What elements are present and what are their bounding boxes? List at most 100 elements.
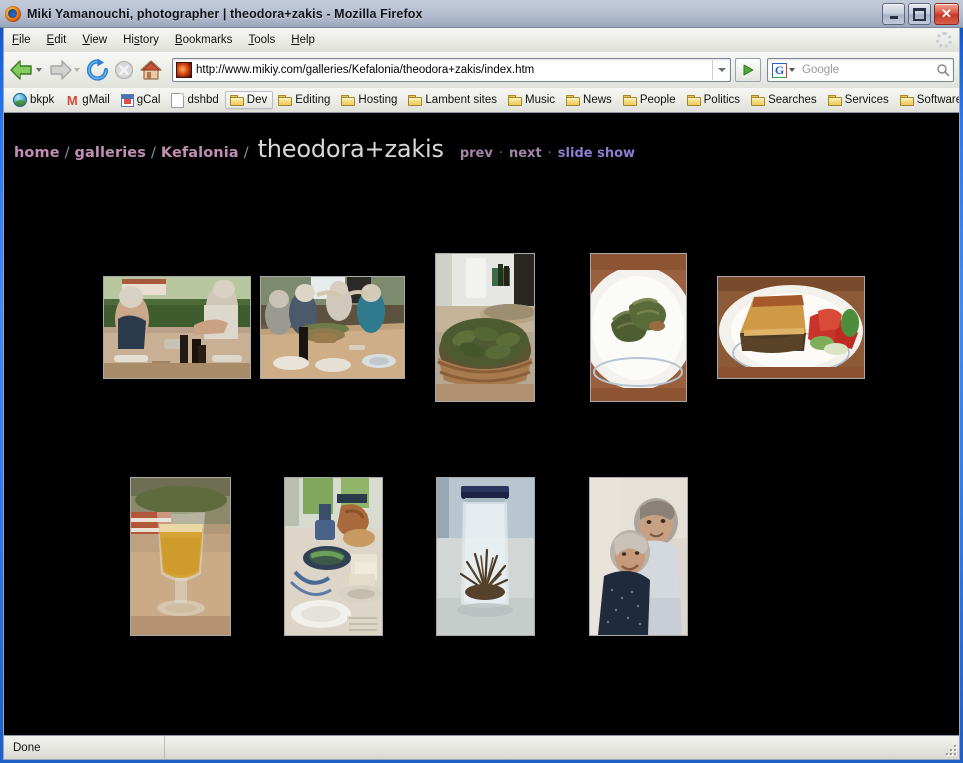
thumbnail-link[interactable]: [130, 477, 231, 636]
status-bar: Done: [3, 735, 960, 760]
home-button[interactable]: [139, 58, 163, 82]
bookmark-folder-hosting[interactable]: Hosting: [336, 91, 403, 109]
magnifier-icon: [937, 64, 950, 77]
thumbnail-link[interactable]: [590, 253, 687, 402]
folder-icon: [408, 94, 423, 106]
url-dropdown-caret-icon[interactable]: [712, 60, 730, 80]
folder-icon: [566, 94, 581, 106]
resize-grip-icon[interactable]: [941, 740, 957, 756]
menu-tools[interactable]: Tools: [240, 31, 283, 49]
thumbnail-image: [590, 478, 687, 635]
folder-icon: [622, 94, 637, 106]
reload-button[interactable]: [85, 58, 111, 82]
thumbnail-image: [285, 478, 382, 635]
bookmark-folder-people[interactable]: People: [618, 91, 682, 109]
back-history-caret-icon[interactable]: [36, 68, 42, 72]
thumbnail-link[interactable]: [435, 253, 535, 402]
title-bar: Miki Yamanouchi, photographer | theodora…: [0, 0, 963, 28]
thumbnail-image: [718, 277, 864, 378]
folder-icon: [751, 94, 766, 106]
maximize-icon: [909, 4, 930, 24]
minimize-button[interactable]: [882, 3, 905, 25]
thumbnail-image: [104, 277, 250, 378]
thumbnail-link[interactable]: [103, 276, 251, 379]
bookmark-folder-searches[interactable]: Searches: [746, 91, 823, 109]
thumbnail-link[interactable]: [589, 477, 688, 636]
bookmark-gmail[interactable]: M gMail: [60, 91, 115, 109]
bookmark-label: Dev: [246, 94, 268, 106]
thumbnail-image: [437, 478, 534, 635]
page-icon: [171, 92, 185, 108]
bookmark-label: Software: [916, 94, 960, 106]
status-text: Done: [13, 741, 41, 754]
menu-file[interactable]: File: [4, 31, 39, 49]
browser-window: Miki Yamanouchi, photographer | theodora…: [0, 0, 963, 763]
thumbnail-link[interactable]: [436, 477, 535, 636]
firefox-logo-icon: [5, 5, 21, 22]
bookmark-folder-music[interactable]: Music: [503, 91, 561, 109]
bookmark-bkpk[interactable]: bkpk: [8, 90, 60, 110]
status-panel: Done: [4, 736, 165, 759]
bookmark-label: Politics: [703, 94, 741, 106]
search-magnifier-icon[interactable]: [933, 63, 953, 77]
thumbnail-image: [591, 254, 686, 401]
search-engine-caret-icon[interactable]: [789, 68, 795, 72]
menu-help[interactable]: Help: [283, 31, 323, 49]
thumbnail-link[interactable]: [260, 276, 405, 379]
forward-arrow-icon: [50, 60, 72, 80]
window-controls: ✕: [882, 3, 959, 25]
reload-icon: [86, 58, 109, 81]
bookmark-folder-dev[interactable]: Dev: [224, 91, 274, 109]
bookmark-dshbd[interactable]: dshbd: [166, 90, 224, 111]
close-button[interactable]: ✕: [934, 3, 959, 25]
minimize-icon: [883, 4, 904, 24]
bookmark-folder-editing[interactable]: Editing: [273, 91, 336, 109]
bookmark-label: News: [583, 94, 612, 106]
folder-icon: [278, 94, 293, 106]
bookmark-label: dshbd: [187, 94, 219, 106]
bookmark-folder-software[interactable]: Software: [895, 91, 960, 109]
folder-icon: [899, 94, 914, 106]
bookmark-label: People: [639, 94, 676, 106]
folder-icon: [827, 94, 842, 106]
bookmark-gcal[interactable]: gCal: [116, 91, 167, 110]
bookmark-label: Searches: [768, 94, 817, 106]
bookmark-label: Lambent sites: [425, 94, 498, 106]
globe-icon: [13, 93, 27, 107]
folder-icon: [508, 94, 523, 106]
thumbnail-link[interactable]: [717, 276, 865, 379]
go-arrow-icon: [743, 64, 754, 76]
throbber-icon: [936, 32, 952, 48]
search-bar[interactable]: G Google: [767, 58, 954, 82]
bookmarks-toolbar: bkpk M gMail gCal dshbd Dev Editing Host…: [3, 88, 960, 113]
google-icon: G: [772, 62, 787, 78]
maximize-button[interactable]: [908, 3, 931, 25]
home-icon: [140, 60, 162, 80]
bookmark-folder-services[interactable]: Services: [823, 91, 895, 109]
site-favicon-icon: [176, 62, 192, 78]
bookmark-folder-politics[interactable]: Politics: [682, 91, 746, 109]
address-bar[interactable]: http://www.mikiy.com/galleries/Kefalonia…: [172, 58, 731, 82]
close-icon: ✕: [941, 6, 952, 21]
stop-button: [111, 58, 137, 82]
forward-history-caret-icon: [74, 68, 80, 72]
search-input[interactable]: Google: [798, 64, 933, 76]
menu-edit[interactable]: Edit: [39, 31, 75, 49]
back-button[interactable]: [9, 58, 35, 82]
bookmark-folder-news[interactable]: News: [561, 91, 618, 109]
thumbnail-link[interactable]: [284, 477, 383, 636]
folder-icon: [686, 94, 701, 106]
bookmark-label: Hosting: [358, 94, 398, 106]
menu-view[interactable]: View: [74, 31, 115, 49]
window-title: Miki Yamanouchi, photographer | theodora…: [27, 6, 423, 21]
thumbnail-image: [261, 277, 404, 378]
menu-history[interactable]: History: [115, 31, 167, 49]
bookmark-label: Services: [844, 94, 889, 106]
thumbnail-image: [131, 478, 230, 635]
stop-icon: [114, 60, 134, 80]
go-button[interactable]: [735, 58, 761, 82]
bookmark-folder-lambent-sites[interactable]: Lambent sites: [403, 91, 503, 109]
navigation-toolbar: http://www.mikiy.com/galleries/Kefalonia…: [3, 52, 960, 88]
menu-bookmarks[interactable]: Bookmarks: [167, 31, 241, 49]
folder-icon: [341, 94, 356, 106]
